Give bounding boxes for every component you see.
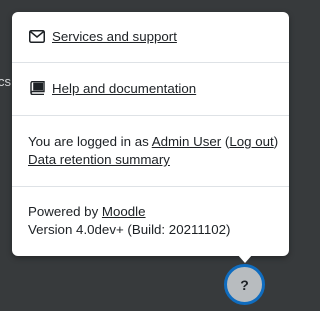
services-and-support-link[interactable]: Services and support — [28, 28, 281, 44]
footer-help-button[interactable]: ? — [224, 264, 265, 305]
logged-in-prefix: You are logged in as — [28, 134, 152, 149]
data-retention-line: Data retention summary — [28, 151, 281, 169]
question-icon: ? — [240, 276, 249, 293]
divider — [12, 115, 289, 116]
footer-popover: Services and support Help and documentat… — [12, 12, 289, 256]
help-section: Help and documentation — [12, 80, 289, 96]
book-icon — [28, 80, 46, 96]
powered-by-line: Powered by Moodle — [28, 203, 281, 221]
help-and-documentation-link[interactable]: Help and documentation — [28, 80, 281, 96]
divider — [12, 186, 289, 187]
services-and-support-label: Services and support — [52, 28, 177, 44]
services-section: Services and support — [12, 28, 289, 44]
user-profile-link[interactable]: Admin User — [152, 134, 221, 149]
divider — [12, 62, 289, 63]
moodle-link[interactable]: Moodle — [102, 204, 146, 219]
envelope-icon — [28, 28, 46, 44]
background-text-peek: cs — [0, 74, 11, 89]
close-paren: ) — [273, 134, 279, 149]
data-retention-summary-link[interactable]: Data retention summary — [28, 152, 170, 167]
powered-by-section: Powered by Moodle Version 4.0dev+ (Build… — [12, 203, 289, 239]
login-info-section: You are logged in as Admin User (Log out… — [12, 133, 289, 169]
help-and-documentation-label: Help and documentation — [52, 80, 197, 96]
login-info-line: You are logged in as Admin User (Log out… — [28, 133, 281, 151]
logout-link[interactable]: Log out — [229, 134, 273, 149]
version-text: Version 4.0dev+ (Build: 20211102) — [28, 222, 231, 237]
popover-arrow — [237, 254, 253, 263]
powered-by-prefix: Powered by — [28, 204, 102, 219]
